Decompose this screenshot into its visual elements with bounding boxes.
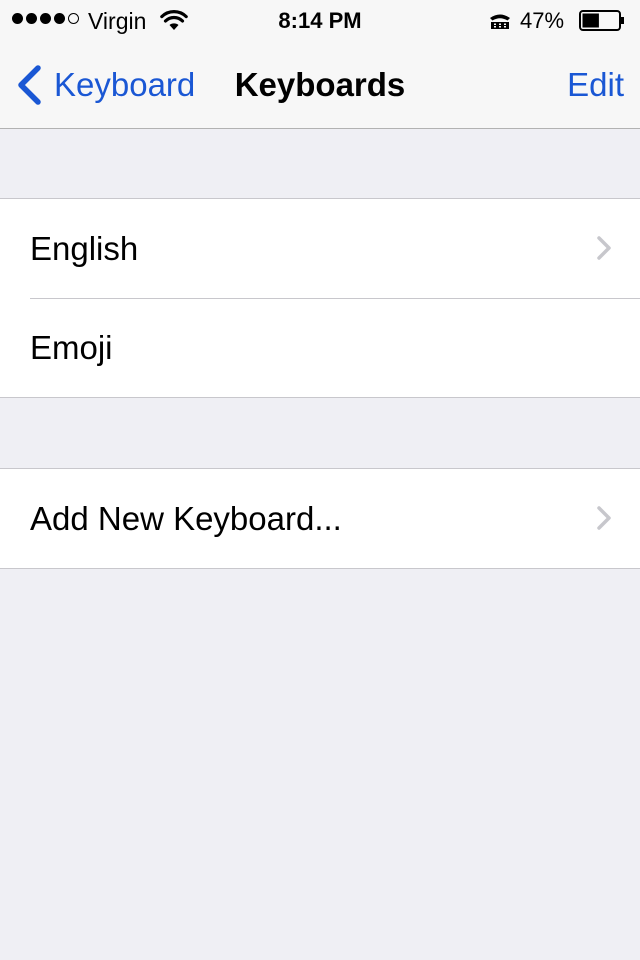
keyboard-row-emoji[interactable]: Emoji bbox=[0, 298, 640, 397]
battery-percentage: 47% bbox=[520, 8, 565, 33]
row-label: Add New Keyboard... bbox=[30, 500, 342, 537]
chevron-left-icon bbox=[18, 65, 41, 105]
back-button[interactable]: Keyboard bbox=[14, 64, 195, 106]
add-keyboard-section: Add New Keyboard... bbox=[0, 468, 640, 569]
tty-icon bbox=[490, 14, 510, 29]
edit-button[interactable]: Edit bbox=[567, 64, 624, 106]
chevron-right-icon bbox=[597, 506, 611, 530]
add-new-keyboard-row[interactable]: Add New Keyboard... bbox=[0, 469, 640, 568]
battery-icon bbox=[579, 10, 624, 31]
keyboard-row-english[interactable]: English bbox=[0, 199, 640, 298]
back-button-label: Keyboard bbox=[54, 66, 196, 103]
status-bar: Virgin 8:14 PM 47% bbox=[0, 0, 640, 40]
row-label: Emoji bbox=[30, 329, 113, 366]
keyboards-list: English Emoji bbox=[0, 198, 640, 398]
chevron-right-icon bbox=[597, 236, 611, 260]
row-label: English bbox=[30, 230, 139, 267]
navigation-bar: Keyboard Keyboards Edit bbox=[0, 40, 640, 129]
